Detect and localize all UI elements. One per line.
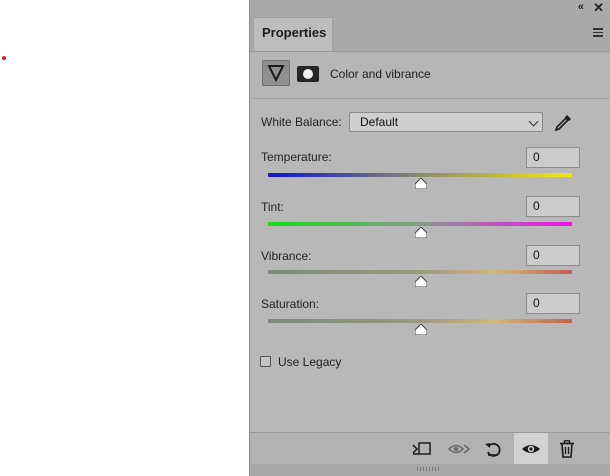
adjustment-header: Color and vibrance: [250, 52, 610, 99]
close-icon[interactable]: ✕: [593, 0, 604, 16]
tab-properties[interactable]: Properties: [253, 17, 333, 51]
panel-menu-icon[interactable]: [593, 28, 603, 39]
saturation-label: Saturation:: [261, 297, 320, 311]
chevron-down-icon: [528, 116, 539, 127]
saturation-slider-thumb[interactable]: [415, 324, 427, 335]
saturation-slider-track[interactable]: [268, 319, 572, 323]
trash-icon[interactable]: [550, 433, 584, 465]
red-marker-dot: [2, 56, 6, 60]
temperature-input[interactable]: 0: [526, 147, 580, 168]
view-previous-state-icon[interactable]: [442, 433, 476, 465]
tint-slider-track[interactable]: [268, 222, 572, 226]
adjustment-title: Color and vibrance: [330, 67, 431, 81]
tint-slider-thumb[interactable]: [415, 227, 427, 238]
layer-mask-icon[interactable]: [297, 66, 319, 82]
temperature-slider-thumb[interactable]: [415, 178, 427, 189]
white-balance-value: Default: [360, 115, 399, 129]
vibrance-label: Vibrance:: [261, 249, 312, 263]
white-balance-label: White Balance:: [261, 115, 342, 129]
use-legacy-label: Use Legacy: [278, 355, 342, 369]
tab-row: Properties: [250, 16, 610, 52]
vibrance-input[interactable]: 0: [526, 245, 580, 266]
resize-grip[interactable]: [250, 464, 610, 476]
properties-panel: « ✕ Properties Color and vibrance White …: [249, 0, 610, 476]
vibrance-slider-track[interactable]: [268, 270, 572, 274]
temperature-slider-track[interactable]: [268, 173, 572, 177]
white-balance-select[interactable]: Default: [349, 112, 543, 132]
use-legacy-checkbox[interactable]: [260, 356, 271, 367]
tint-label: Tint:: [261, 200, 284, 214]
vibrance-slider-thumb[interactable]: [415, 276, 427, 287]
panel-footer: [250, 432, 610, 465]
tint-input[interactable]: 0: [526, 196, 580, 217]
collapse-panel-icon[interactable]: «: [578, 1, 584, 13]
saturation-input[interactable]: 0: [526, 293, 580, 314]
temperature-label: Temperature:: [261, 150, 332, 164]
panel-top-bar: « ✕: [250, 0, 610, 16]
eyedropper-icon[interactable]: [552, 112, 574, 134]
visibility-eye-icon[interactable]: [514, 433, 548, 465]
vibrance-adjustment-icon[interactable]: [262, 60, 290, 86]
clip-to-layer-icon[interactable]: [404, 433, 438, 465]
reset-icon[interactable]: [476, 433, 510, 465]
